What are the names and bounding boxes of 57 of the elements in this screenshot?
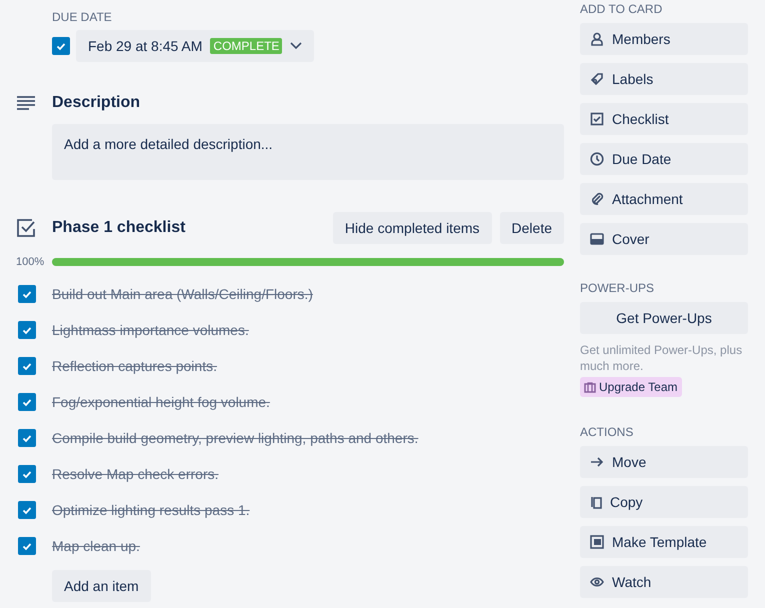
briefcase-icon [584,382,596,392]
person-icon [590,32,604,46]
sidebar-button[interactable]: Move [580,446,748,478]
section-label: DUE DATE [52,10,113,24]
section-label: ACTIONS [580,425,634,439]
checkbox-icon [590,112,604,126]
sidebar-button[interactable]: Watch [580,566,748,598]
due-date-dropdown[interactable]: Feb 29 at 8:45 AM COMPLETE [76,30,314,62]
checklist-icon [16,218,36,238]
checklist-item: Optimize lighting results pass 1. [52,502,250,518]
section-title: Description [52,94,140,112]
checkbox[interactable] [52,37,70,55]
sidebar-button[interactable]: Labels [580,63,748,95]
tag-icon [590,72,604,86]
upgrade-note: Get unlimited Power-Ups, plus much more. [580,342,744,374]
checkbox[interactable] [18,429,36,447]
clock-icon [590,152,604,166]
checklist-item: Lightmass importance volumes. [52,322,249,338]
checklist-item: Build out Main area (Walls/Ceiling/Floors.) [52,286,313,302]
checkbox[interactable] [18,501,36,519]
checklist-item: Compile build geometry, preview lighting, paths and others. [52,430,418,446]
section-label: ADD TO CARD [580,2,664,16]
checklist-item: Map clean up. [52,538,140,554]
paperclip-icon [590,192,604,206]
chevron-down-icon [290,42,302,50]
checkbox[interactable] [18,357,36,375]
checkbox[interactable] [18,393,36,411]
copy-icon [590,495,602,509]
description-icon [16,95,36,111]
checklist-item: Reflection captures points. [52,358,217,374]
description-field[interactable]: Add a more detailed description... [52,124,564,180]
sidebar-button[interactable]: Checklist [580,103,748,135]
status-badge: COMPLETE [210,38,282,54]
upgrade-team-button[interactable]: Upgrade Team [580,377,682,397]
sidebar-button[interactable]: Make Template [580,526,748,558]
checkbox[interactable] [18,321,36,339]
add-item-button[interactable]: Add an item [52,570,151,602]
get-power-ups-button[interactable]: Get Power-Ups [580,302,748,334]
checkbox[interactable] [18,537,36,555]
eye-icon [590,577,604,587]
sidebar-button[interactable]: Due Date [580,143,748,175]
section-label: POWER-UPS [580,281,656,295]
progress-percent: 100% [16,256,46,268]
cover-icon [590,233,604,245]
delete-button[interactable]: Delete [500,212,564,244]
sidebar-button[interactable]: Members [580,23,748,55]
sidebar-button[interactable]: Attachment [580,183,748,215]
sidebar-button[interactable]: Copy [580,486,748,518]
checkbox[interactable] [18,465,36,483]
template-icon [590,535,604,549]
hide-completed-button[interactable]: Hide completed items [332,212,492,244]
checklist-title: Phase 1 checklist [52,219,186,237]
checkbox[interactable] [18,285,36,303]
sidebar-button[interactable]: Cover [580,223,748,255]
arrow-right-icon [590,456,604,468]
checklist-item: Fog/exponential height fog volume. [52,394,270,410]
checklist-item: Resolve Map check errors. [52,466,219,482]
